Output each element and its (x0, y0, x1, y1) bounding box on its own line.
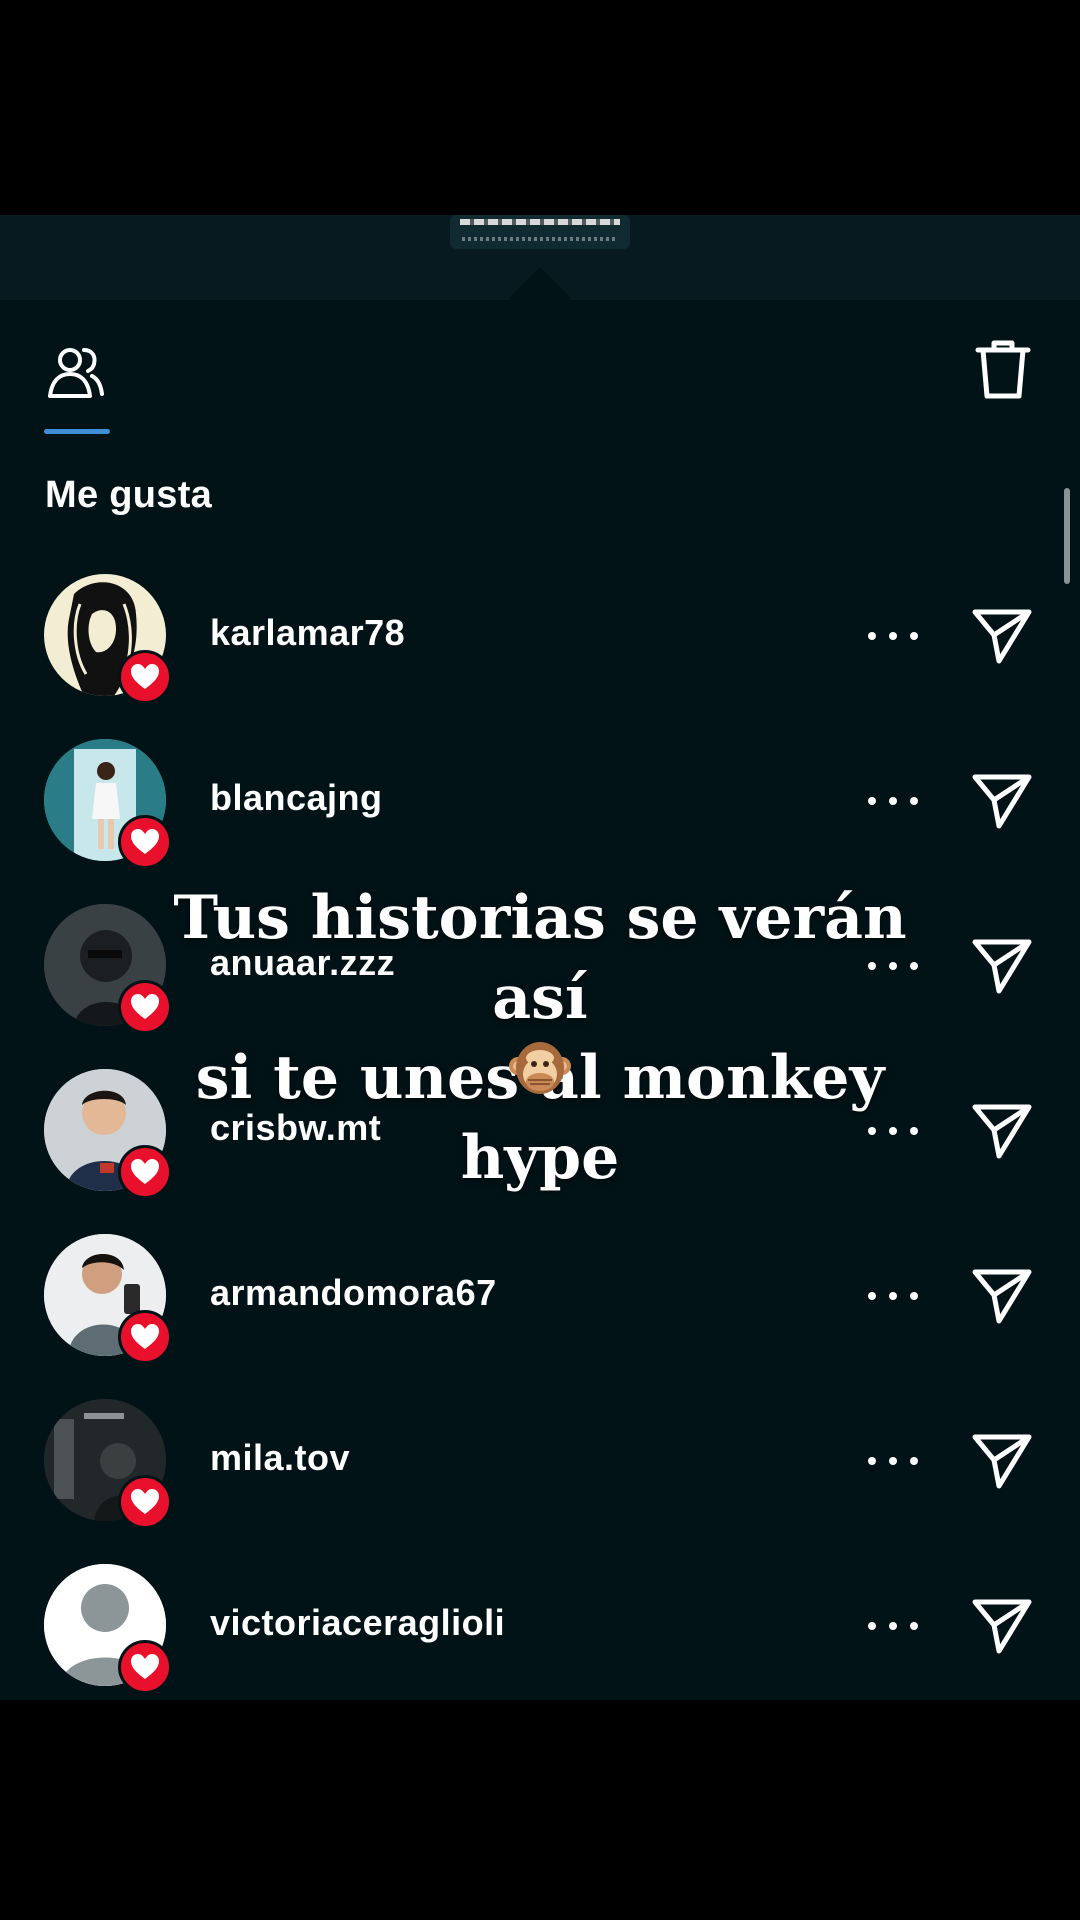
send-icon (972, 1104, 1032, 1159)
scrollbar[interactable] (1064, 488, 1070, 584)
send-icon (972, 939, 1032, 994)
send-icon (972, 774, 1032, 829)
heart-icon (131, 1324, 159, 1349)
liked-heart-badge (118, 815, 172, 869)
liked-heart-badge (118, 1640, 172, 1694)
more-dot (868, 797, 876, 805)
story-thumbnail[interactable] (450, 215, 630, 249)
heart-icon (131, 1489, 159, 1514)
people-icon (48, 348, 104, 398)
send-message-button[interactable] (970, 1264, 1034, 1328)
list-item[interactable]: armandomora67 (0, 1234, 1080, 1374)
more-dot (868, 1292, 876, 1300)
more-dot (889, 1457, 897, 1465)
username[interactable]: karlamar78 (210, 612, 405, 654)
more-dot (889, 797, 897, 805)
more-options-button[interactable] (868, 1278, 918, 1314)
trash-icon (975, 340, 1031, 399)
list-item[interactable]: mila.tov (0, 1399, 1080, 1539)
send-message-button[interactable] (970, 1594, 1034, 1658)
more-options-button[interactable] (868, 618, 918, 654)
more-dot (910, 797, 918, 805)
more-options-button[interactable] (868, 1443, 918, 1479)
send-icon (972, 609, 1032, 664)
username[interactable]: blancajng (210, 777, 383, 819)
more-dot (868, 1622, 876, 1630)
heart-icon (131, 1654, 159, 1679)
tab-viewers[interactable] (44, 340, 108, 404)
list-item[interactable]: karlamar78 (0, 574, 1080, 714)
more-options-button[interactable] (868, 1608, 918, 1644)
liked-heart-badge (118, 1475, 172, 1529)
send-message-button[interactable] (970, 604, 1034, 668)
more-options-button[interactable] (868, 783, 918, 819)
more-dot (910, 632, 918, 640)
liked-heart-badge (118, 650, 172, 704)
more-dot (889, 632, 897, 640)
username[interactable]: mila.tov (210, 1437, 350, 1479)
send-message-button[interactable] (970, 1099, 1034, 1163)
send-icon (972, 1269, 1032, 1324)
video-bottom-area (0, 1700, 1080, 1920)
send-message-button[interactable] (970, 1429, 1034, 1493)
more-dot (910, 1292, 918, 1300)
screen: Me gusta karlamar78 blancajng anuaar.zzz… (0, 0, 1080, 1920)
more-dot (868, 1457, 876, 1465)
video-top-area (0, 0, 1080, 215)
story-thumbnail-image (460, 219, 620, 225)
more-dot (910, 1622, 918, 1630)
delete-story-button[interactable] (972, 336, 1034, 404)
list-item[interactable]: victoriaceraglioli (0, 1564, 1080, 1704)
heart-icon (131, 664, 159, 689)
tab-active-indicator (44, 429, 110, 434)
send-icon (972, 1434, 1032, 1489)
see-no-evil-monkey-icon (508, 1036, 572, 1100)
send-message-button[interactable] (970, 934, 1034, 998)
overlay-caption-line-1: Tus historias se verán así (173, 883, 907, 1033)
send-message-button[interactable] (970, 769, 1034, 833)
send-icon (972, 1599, 1032, 1654)
more-dot (910, 1457, 918, 1465)
section-title: Me gusta (45, 474, 213, 516)
username[interactable]: armandomora67 (210, 1272, 497, 1314)
liked-heart-badge (118, 1310, 172, 1364)
heart-icon (131, 829, 159, 854)
list-item[interactable]: blancajng (0, 739, 1080, 879)
story-thumbnail-caption (462, 237, 618, 241)
more-dot (889, 1292, 897, 1300)
more-dot (889, 1622, 897, 1630)
username[interactable]: victoriaceraglioli (210, 1602, 505, 1644)
more-dot (868, 632, 876, 640)
